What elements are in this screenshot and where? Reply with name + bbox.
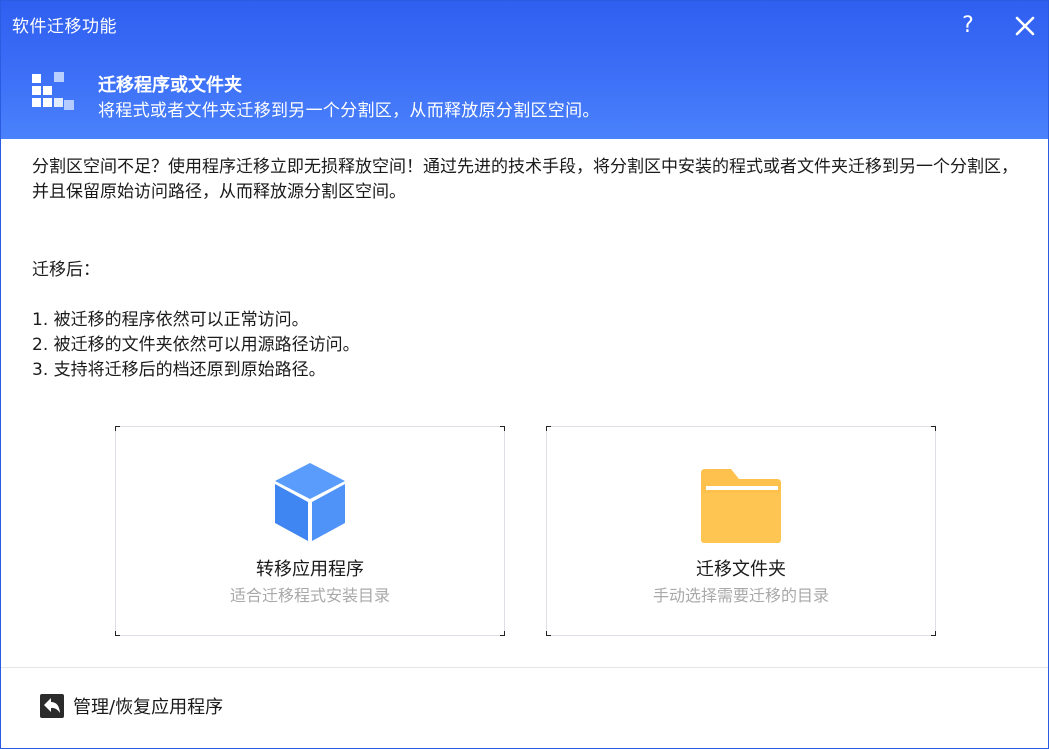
migrate-folder-card[interactable]: 迁移文件夹 手动选择需要迁移的目录 [546,426,936,636]
help-button[interactable]: ? [956,12,980,40]
migration-grid-icon [32,72,74,110]
card-subtitle: 适合迁移程式安装目录 [229,586,390,605]
list-item: 1. 被迁移的程序依然可以正常访问。 [32,310,309,330]
card-subtitle: 手动选择需要迁移的目录 [652,586,829,605]
intro-text: 分割区空间不足？使用程序迁移立即无损释放空间！通过先进的技术手段，将分割区中安装… [32,157,1018,202]
cube-icon [275,463,345,541]
window-title: 软件迁移功能 [12,17,117,37]
software-migration-dialog: 软件迁移功能 ? 迁移程序或文件夹 将程式或者文件夹迁移到另一个分割区，从而释放… [0,0,1049,749]
manage-restore-label: 管理/恢复应用程序 [73,697,224,718]
after-migration-label: 迁移后： [32,260,100,280]
card-title: 转移应用程序 [256,559,364,580]
list-item: 2. 被迁移的文件夹依然可以用源路径访问。 [32,335,360,355]
benefit-list: 1. 被迁移的程序依然可以正常访问。 2. 被迁移的文件夹依然可以用源路径访问。… [32,308,1022,383]
folder-icon [701,469,781,543]
migrate-application-card[interactable]: 转移应用程序 适合迁移程式安装目录 [115,426,505,636]
dialog-header: 软件迁移功能 ? 迁移程序或文件夹 将程式或者文件夹迁移到另一个分割区，从而释放… [1,1,1048,139]
banner-title: 迁移程序或文件夹 [98,75,242,96]
back-arrow-icon [40,694,64,718]
list-item: 3. 支持将迁移后的档还原到原始路径。 [32,360,326,380]
description: 分割区空间不足？使用程序迁移立即无损释放空间！通过先进的技术手段，将分割区中安装… [32,155,1022,383]
close-icon [1015,16,1035,36]
manage-restore-link[interactable]: 管理/恢复应用程序 [40,692,223,720]
footer-divider [1,667,1048,668]
banner-subtitle: 将程式或者文件夹迁移到另一个分割区，从而释放原分割区空间。 [98,101,600,121]
card-title: 迁移文件夹 [696,559,786,580]
close-button[interactable] [1012,13,1038,39]
